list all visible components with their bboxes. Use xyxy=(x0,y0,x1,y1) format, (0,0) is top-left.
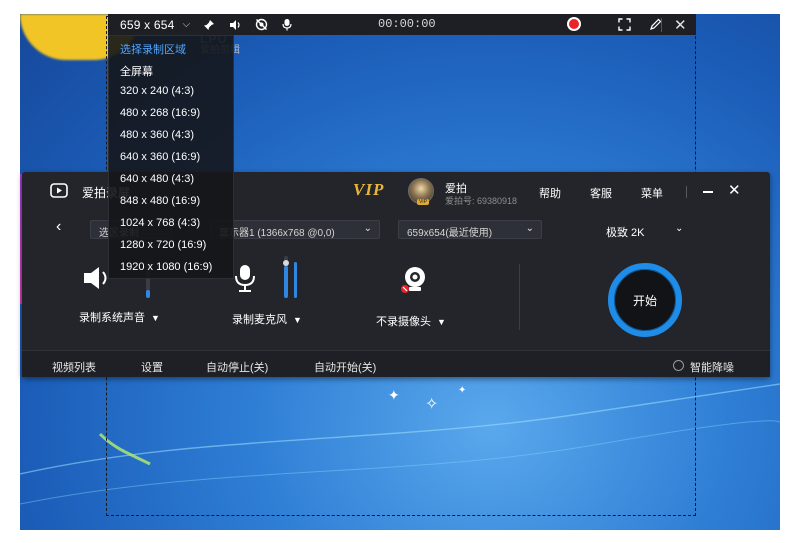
system-audio-toggle[interactable]: 录制系统声音 ▼ xyxy=(79,309,160,325)
resolution-menu-item[interactable]: 640 x 480 (4:3) xyxy=(120,173,194,185)
chevron-down-icon[interactable]: ⌄ xyxy=(675,223,683,234)
vip-badge[interactable]: VIP xyxy=(353,180,384,200)
caret-down-icon: ▼ xyxy=(437,317,446,327)
vip-level-badge: VIP xyxy=(417,199,429,205)
camera-label: 不录摄像头 xyxy=(376,316,431,328)
resolution-menu-item[interactable]: 848 x 480 (16:9) xyxy=(120,195,200,207)
microphone-toggle[interactable]: 录制麦克风 ▼ xyxy=(232,311,302,327)
chevron-down-icon: ⌄ xyxy=(525,223,534,234)
resolution-menu-item[interactable]: 480 x 268 (16:9) xyxy=(120,107,200,119)
help-link[interactable]: 帮助 xyxy=(539,185,561,201)
resolution-menu-item[interactable]: 480 x 360 (4:3) xyxy=(120,129,194,141)
fullscreen-icon[interactable] xyxy=(617,17,631,31)
microphone-slider-fill xyxy=(284,266,288,298)
menu-link[interactable]: 菜单 xyxy=(641,185,663,201)
resolution-menu-item[interactable]: 选择录制区域 xyxy=(120,41,186,57)
start-button[interactable]: 开始 xyxy=(608,263,682,337)
chevron-down-icon[interactable]: ⌵ xyxy=(183,19,191,30)
caret-down-icon: ▼ xyxy=(151,313,160,323)
customer-service-link[interactable]: 客服 xyxy=(590,185,612,201)
caret-down-icon: ▼ xyxy=(293,315,302,325)
recording-timer: 00:00:00 xyxy=(378,17,436,31)
title-divider xyxy=(686,186,687,198)
mic-icon[interactable] xyxy=(233,264,257,294)
webcam-icon[interactable] xyxy=(400,265,430,295)
resolution-menu-item[interactable]: 1280 x 720 (16:9) xyxy=(120,239,206,251)
resolution-menu-item[interactable]: 1024 x 768 (4:3) xyxy=(120,217,200,229)
speaker-icon[interactable] xyxy=(228,18,242,32)
controls-divider xyxy=(519,264,520,330)
display-select-value: 显示器1 (1366x768 @0,0) xyxy=(219,228,335,239)
start-button-label: 开始 xyxy=(632,293,657,308)
user-id: 爱拍号: 69380918 xyxy=(445,196,518,206)
microphone-slider-knob[interactable] xyxy=(283,260,289,266)
resolution-menu-item[interactable]: 全屏幕 xyxy=(120,63,153,79)
record-icon[interactable] xyxy=(567,17,581,31)
resolution-dropdown-menu: 选择录制区域 全屏幕 320 x 240 (4:3) 480 x 268 (16:9)… xyxy=(108,35,234,279)
mic-icon[interactable] xyxy=(280,18,294,32)
auto-start-link[interactable]: 自动开始(关) xyxy=(314,359,376,375)
resolution-menu-item[interactable]: 640 x 360 (16:9) xyxy=(120,151,200,163)
camera-toggle[interactable]: 不录摄像头 ▼ xyxy=(376,313,446,329)
region-select[interactable]: 659x654(最近使用) ⌄ xyxy=(398,220,542,239)
system-audio-slider-fill xyxy=(146,290,150,298)
recording-toolbar: 659 x 654 ⌵ 00:00:00 ✕ xyxy=(108,14,696,35)
minimize-icon[interactable] xyxy=(703,191,713,193)
region-size-label[interactable]: 659 x 654 xyxy=(120,18,175,32)
resolution-menu-item[interactable]: 320 x 240 (4:3) xyxy=(120,85,194,97)
system-audio-label: 录制系统声音 xyxy=(79,312,145,324)
resolution-menu-item[interactable]: 1920 x 1080 (16:9) xyxy=(120,261,212,273)
auto-stop-link[interactable]: 自动停止(关) xyxy=(206,359,268,375)
close-icon[interactable]: ✕ xyxy=(674,16,687,34)
microphone-label: 录制麦克风 xyxy=(232,314,287,326)
chevron-down-icon: ⌄ xyxy=(363,223,372,234)
pin-icon[interactable] xyxy=(202,18,216,32)
pen-icon[interactable] xyxy=(648,17,662,31)
camera-off-icon[interactable] xyxy=(254,18,268,32)
back-arrow-icon[interactable]: ‹ xyxy=(56,218,61,236)
smart-denoise-radio[interactable] xyxy=(673,360,684,371)
app-logo-icon xyxy=(50,183,68,198)
bottom-bar: 视频列表 设置 自动停止(关) 自动开始(关) 智能降噪 xyxy=(22,350,770,377)
video-list-link[interactable]: 视频列表 xyxy=(52,359,96,375)
toolbar-divider xyxy=(661,18,662,32)
display-select[interactable]: 显示器1 (1366x768 @0,0) ⌄ xyxy=(210,220,380,239)
close-window-icon[interactable]: ✕ xyxy=(728,181,741,199)
microphone-level-meter xyxy=(294,262,297,298)
settings-link[interactable]: 设置 xyxy=(141,359,163,375)
quality-select[interactable]: 极致 2K xyxy=(606,224,645,240)
region-select-value: 659x654(最近使用) xyxy=(407,228,493,239)
smart-denoise-label[interactable]: 智能降噪 xyxy=(690,359,734,375)
